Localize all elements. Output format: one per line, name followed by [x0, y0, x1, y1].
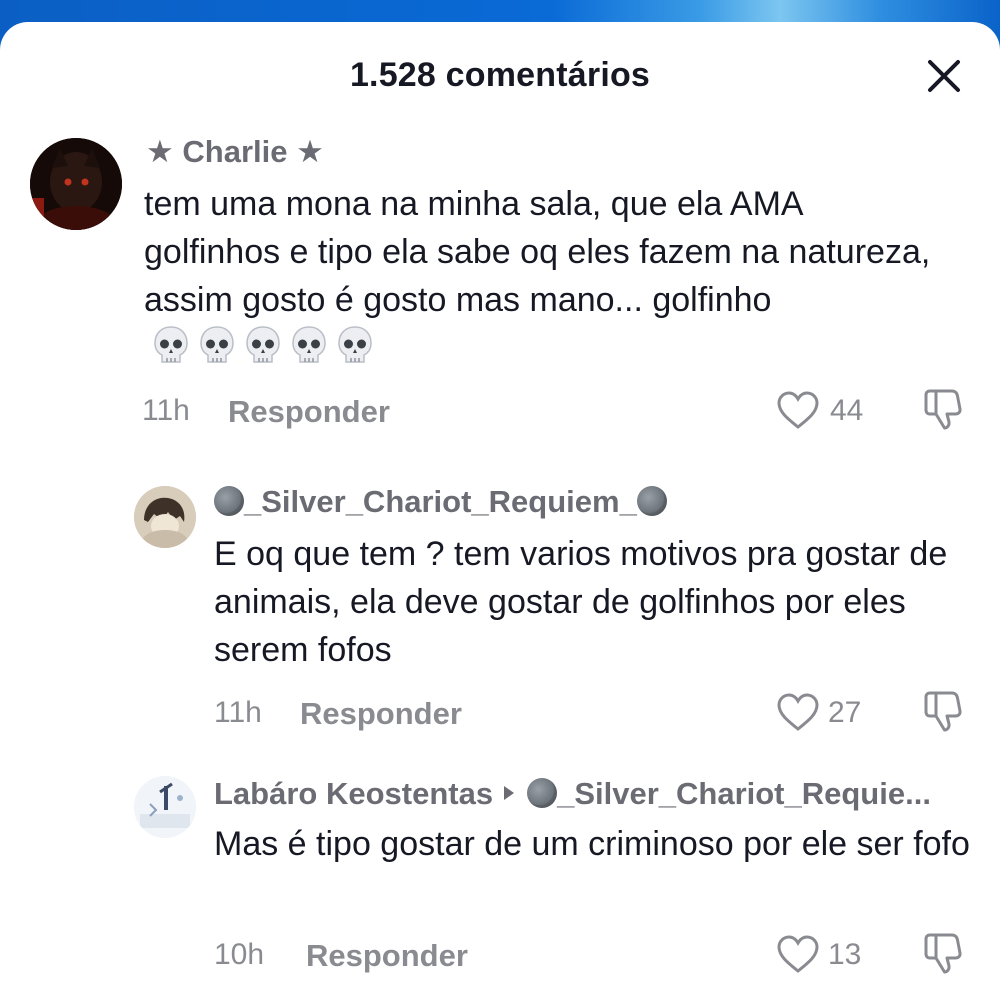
comments-count-title: 1.528 comentários — [349, 56, 651, 94]
comment-text: tem uma mona na minha sala, que ela AMA … — [144, 180, 944, 378]
comment-timestamp: 11h — [142, 394, 190, 427]
sheet-header: 1.528 comentários — [0, 22, 1000, 132]
reply-button[interactable]: Responder — [300, 696, 462, 732]
avatar[interactable] — [30, 138, 122, 230]
comment-username[interactable]: _Silver_Chariot_Requiem_ — [214, 484, 667, 520]
comment-timestamp: 10h — [214, 938, 265, 971]
comments-sheet: 1.528 comentários ★ Charlie ★ tem uma mo… — [0, 22, 1000, 1000]
comment-username[interactable]: ★ Charlie ★ — [146, 134, 324, 170]
avatar[interactable] — [134, 776, 196, 838]
comment-timestamp: 11h — [214, 696, 262, 729]
close-button[interactable] — [920, 52, 968, 100]
close-icon — [928, 60, 960, 92]
comment-username[interactable]: Labáro Keostentas _Silver_Chariot_Requie.… — [214, 776, 931, 812]
heart-icon[interactable] — [776, 934, 820, 974]
like-count: 27 — [828, 696, 862, 729]
new-moon-icon — [527, 778, 558, 808]
reply-button[interactable]: Responder — [228, 394, 390, 430]
comment-text: E oq que tem ? tem varios motivos pra go… — [214, 535, 948, 669]
skull-icon — [200, 326, 234, 363]
skull-icon — [154, 326, 188, 363]
like-count: 44 — [830, 394, 864, 427]
reply-to-arrow-icon — [504, 786, 515, 800]
heart-icon[interactable] — [776, 390, 820, 430]
comment-text: Mas é tipo gostar de um criminoso por el… — [214, 825, 970, 863]
skull-emoji-row — [152, 325, 382, 378]
reply-button[interactable]: Responder — [306, 938, 468, 974]
skull-icon — [246, 326, 280, 363]
dislike-icon[interactable] — [922, 689, 968, 733]
dislike-icon[interactable] — [922, 931, 968, 975]
like-count: 13 — [828, 938, 862, 971]
skull-icon — [292, 326, 326, 363]
avatar[interactable] — [134, 486, 196, 548]
skull-icon — [338, 326, 372, 363]
new-moon-icon — [636, 486, 667, 516]
reply-to-username[interactable]: _Silver_Chariot_Requie... — [557, 776, 931, 811]
heart-icon[interactable] — [776, 692, 820, 732]
new-moon-icon — [214, 486, 244, 516]
dislike-icon[interactable] — [922, 387, 968, 431]
